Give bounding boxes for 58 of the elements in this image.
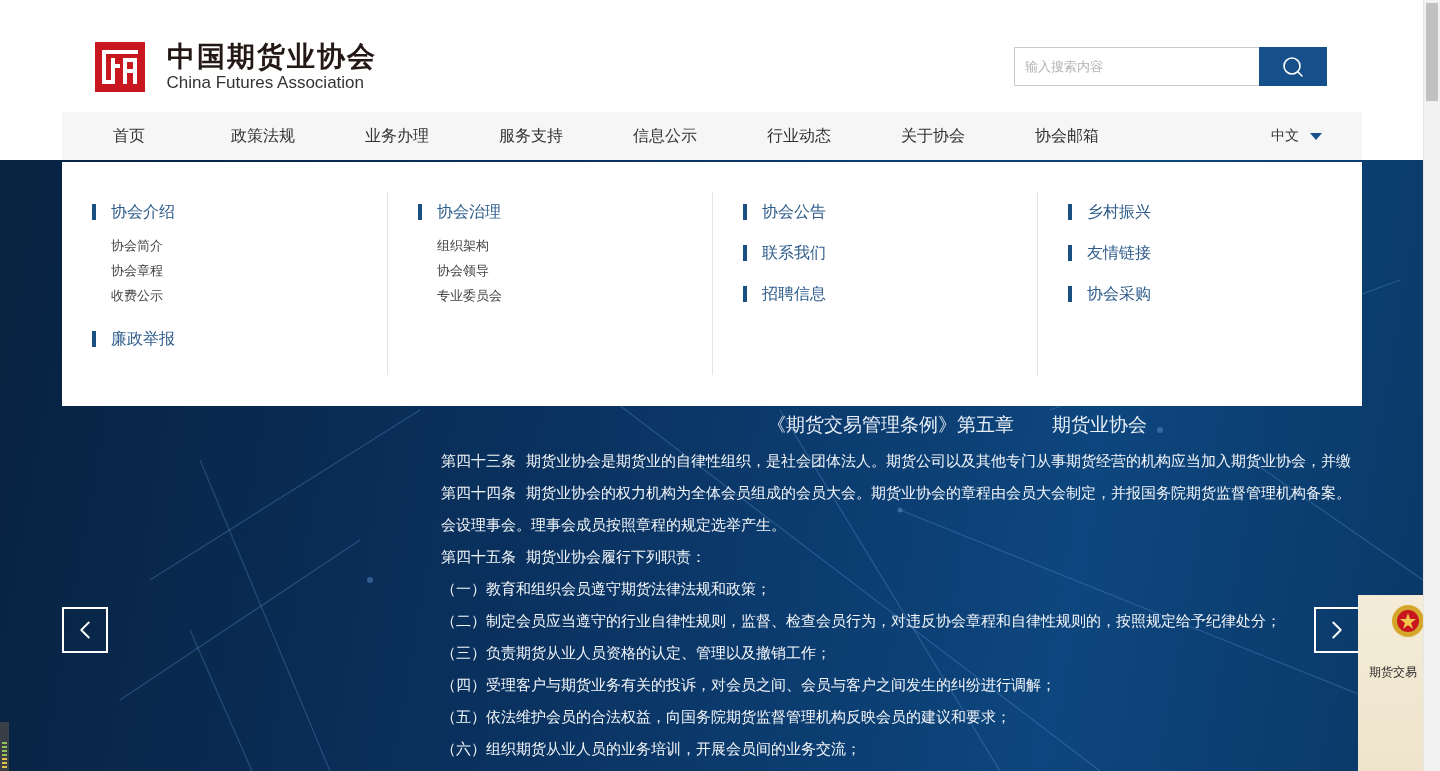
menu-category-link[interactable]: 招聘信息 [761,284,826,304]
article-line: 会设理事会。理事会成员按照章程的规定选举产生。 [441,515,786,536]
site-title: 中国期货业协会 [166,41,377,72]
marker-icon [1067,286,1072,302]
scrollbar[interactable] [1423,0,1440,771]
search-field[interactable]: 输入搜索内容 [1013,47,1259,86]
menu-category-link[interactable]: 廉政举报 [110,329,175,349]
marker-icon [91,204,96,220]
marker-icon [1067,204,1072,220]
submenu-link[interactable]: 协会领导 [436,258,489,283]
emblem-icon [1391,603,1423,639]
menu-category-link[interactable]: 协会介绍 [110,202,175,222]
caret-down-icon [1309,132,1322,140]
marker-icon [1067,245,1072,261]
article-line: 第四十三条 期货业协会是期货业的自律性组织，是社会团体法人。期货公司以及其他专门从事期货经营的机构应当加入期货业协会，并缴 [441,451,1351,472]
marker-icon [742,245,747,261]
nav-link[interactable]: 行业动态 [731,125,866,147]
marker-icon [91,331,96,347]
menu-category-link[interactable]: 乡村振兴 [1086,202,1151,222]
nav-link[interactable]: 政策法规 [195,125,330,147]
menu-category-link[interactable]: 协会采购 [1086,284,1151,304]
logo-icon [94,42,145,92]
article-line: （五）依法维护会员的合法权益，向国务院期货监督管理机构反映会员的建议和要求； [441,707,1011,728]
marker-icon [417,204,422,220]
search-icon [1280,54,1305,79]
nav-link[interactable]: 服务支持 [463,125,598,147]
article-line: （四）受理客户与期货业务有关的投诉，对会员之间、会员与客户之间发生的纠纷进行调解； [441,675,1056,696]
marker-icon [742,286,747,302]
language-selector[interactable]: 中文 [1270,127,1322,145]
article-line: （二）制定会员应当遵守的行业自律性规则，监督、检查会员行为，对违反协会章程和自律性规则的，按照规定给予纪律处分； [441,611,1281,632]
meter-strip-icon [0,722,9,771]
nav-link[interactable]: 协会邮箱 [999,125,1134,147]
prev-slide-button[interactable] [62,607,108,653]
submenu-link[interactable]: 专业委员会 [436,283,502,308]
document-title: 期货交易 [1369,664,1418,680]
slide-heading: 《期货交易管理条例》第五章 期货业协会 [767,412,1147,436]
menu-category-link[interactable]: 友情链接 [1086,243,1151,263]
nav-link[interactable]: 业务办理 [329,125,464,147]
marker-icon [742,204,747,220]
site-subtitle: China Futures Association [166,73,365,93]
nav-link[interactable]: 关于协会 [865,125,1000,147]
article-line: （一）教育和组织会员遵守期货法律法规和政策； [441,579,771,600]
menu-category-link[interactable]: 联系我们 [761,243,826,263]
menu-category-link[interactable]: 协会治理 [436,202,501,222]
submenu-link[interactable]: 组织架构 [436,233,489,258]
menu-category-link[interactable]: 协会公告 [761,202,826,222]
scrollbar-thumb[interactable] [1426,3,1438,101]
document-card[interactable]: 期货交易 [1358,595,1423,771]
nav-link[interactable]: 信息公示 [597,125,732,147]
article-line: （六）组织期货从业人员的业务培训，开展会员间的业务交流； [441,739,861,760]
submenu-link[interactable]: 协会章程 [110,258,163,283]
submenu-link[interactable]: 协会简介 [110,233,163,258]
article-line: （三）负责期货从业人员资格的认定、管理以及撤销工作； [441,643,831,664]
article-line: 第四十五条 期货业协会履行下列职责： [441,547,706,568]
submenu-link[interactable]: 收费公示 [110,283,163,308]
nav-link[interactable]: 首页 [61,125,196,147]
search-button[interactable] [1258,47,1327,86]
article-line: 第四十四条 期货业协会的权力机构为全体会员组成的会员大会。期货业协会的章程由会员大会制定，并报国务院期货监督管理机构备案。 [441,483,1351,504]
